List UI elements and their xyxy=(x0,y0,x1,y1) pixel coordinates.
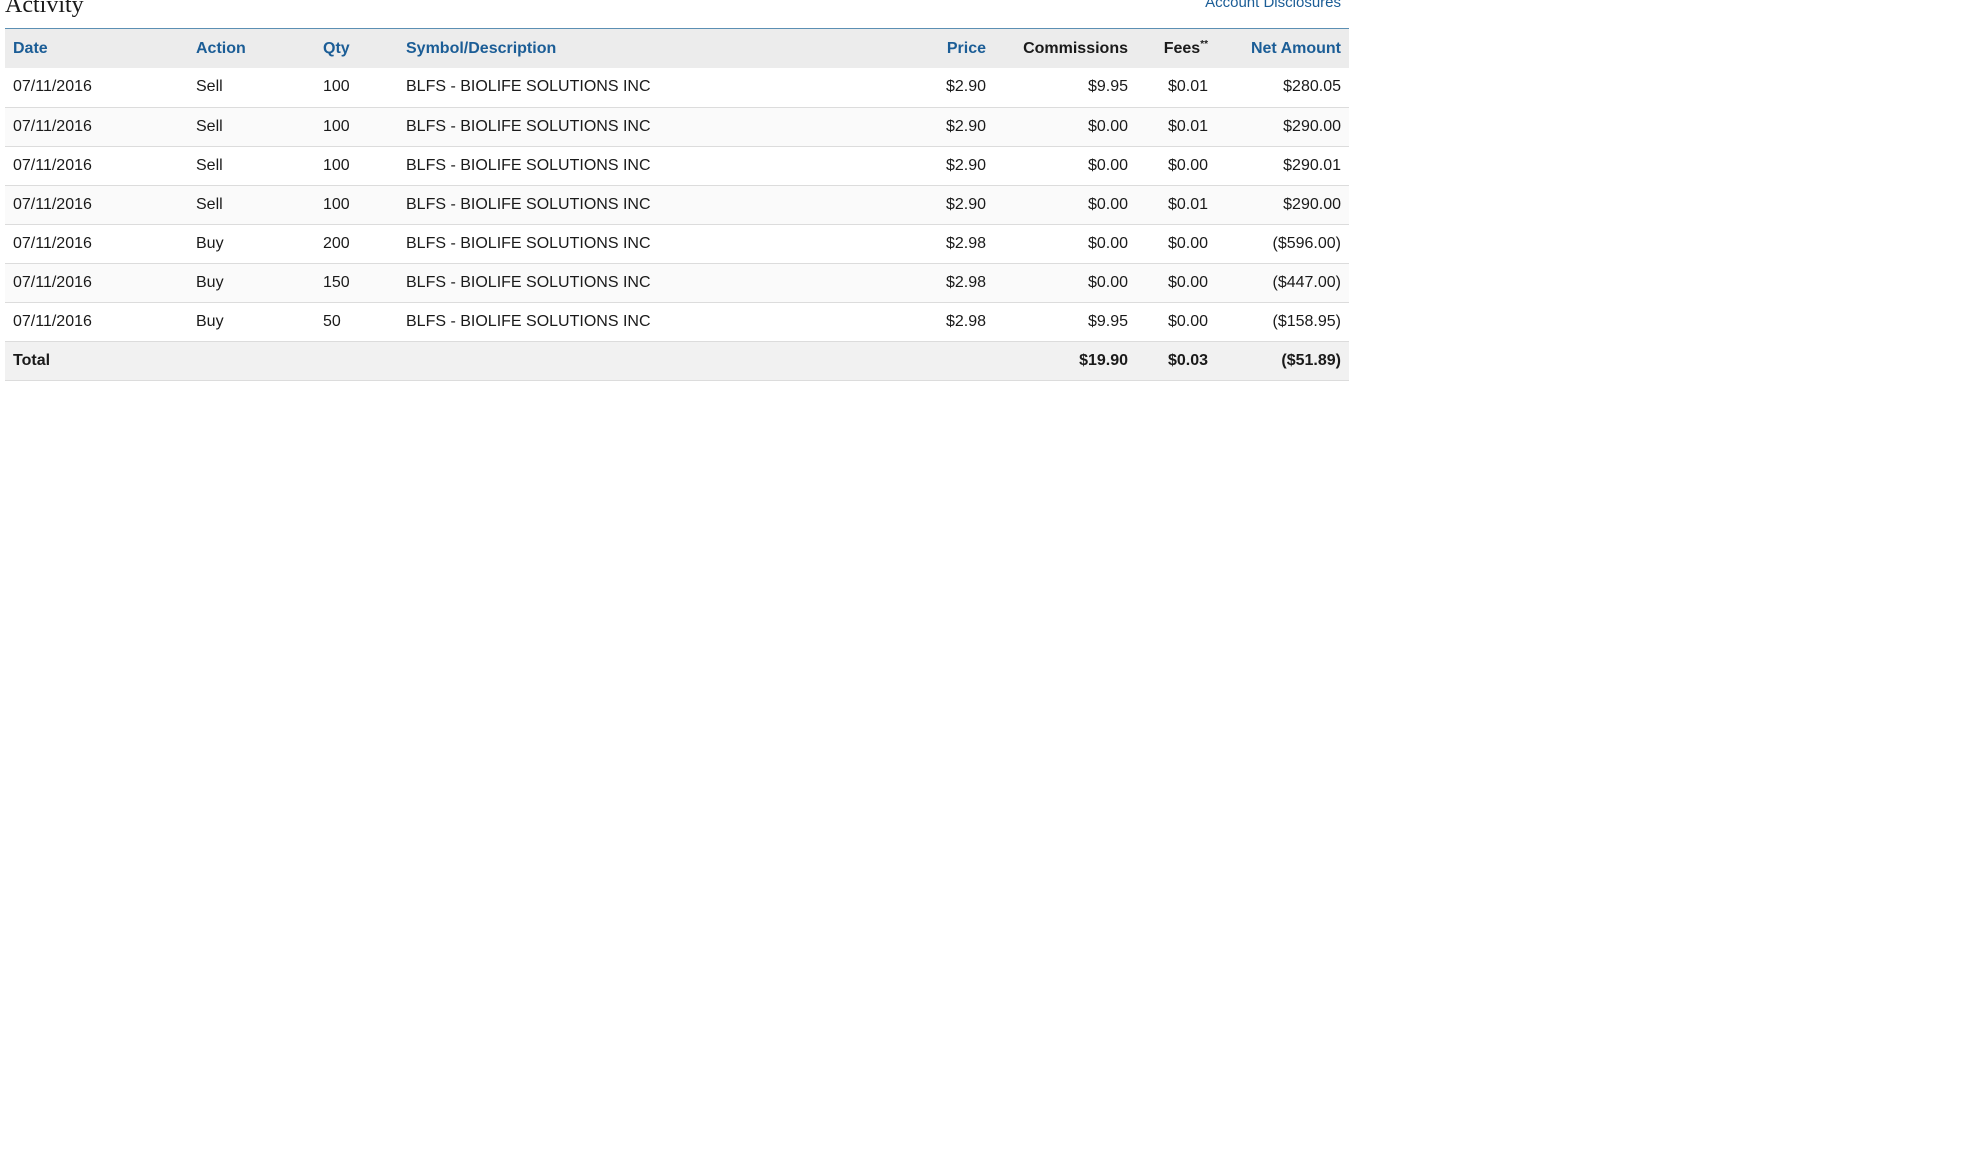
column-header-date[interactable]: Date xyxy=(5,29,188,68)
table-row: 07/11/2016 Buy 50 BLFS - BIOLIFE SOLUTIONS … xyxy=(5,302,1349,341)
column-header-net-amount[interactable]: Net Amount xyxy=(1216,29,1349,68)
cell-commissions: $9.95 xyxy=(1087,312,1128,330)
section-title: Activity xyxy=(5,0,84,18)
column-header-price[interactable]: Price xyxy=(858,29,994,68)
fees-footnote-mark: ** xyxy=(1200,39,1208,50)
cell-symbol: BLFS - BIOLIFE SOLUTIONS INC xyxy=(406,156,651,174)
column-header-qty[interactable]: Qty xyxy=(315,29,398,68)
cell-price: $2.90 xyxy=(945,156,986,174)
account-disclosures-link[interactable]: Account Disclosures xyxy=(1205,0,1341,11)
cell-fees: $0.00 xyxy=(1167,156,1208,174)
cell-date: 07/11/2016 xyxy=(13,312,92,330)
cell-fees: $0.00 xyxy=(1167,273,1208,291)
column-header-symbol[interactable]: Symbol/Description xyxy=(398,29,858,68)
cell-symbol: BLFS - BIOLIFE SOLUTIONS INC xyxy=(406,312,651,330)
cell-fees: $0.01 xyxy=(1167,78,1208,96)
cell-action: Sell xyxy=(196,195,223,213)
cell-action: Sell xyxy=(196,156,223,174)
cell-price: $2.90 xyxy=(945,117,986,135)
cell-commissions: $9.95 xyxy=(1087,78,1128,96)
total-label: Total xyxy=(13,351,51,369)
cell-net-amount: ($158.95) xyxy=(1272,312,1342,330)
activity-section-header: Activity Account Disclosures xyxy=(5,0,1349,29)
cell-price: $2.98 xyxy=(945,312,986,330)
table-row: 07/11/2016 Sell 100 BLFS - BIOLIFE SOLUTION… xyxy=(5,146,1349,185)
cell-symbol: BLFS - BIOLIFE SOLUTIONS INC xyxy=(406,78,651,96)
cell-date: 07/11/2016 xyxy=(13,117,92,135)
activity-table: Date Action Qty Symbol/Description Price… xyxy=(5,29,1349,381)
cell-qty: 100 xyxy=(323,117,350,135)
column-header-commissions: Commissions xyxy=(1023,39,1128,57)
cell-fees: $0.00 xyxy=(1167,234,1208,252)
cell-fees: $0.01 xyxy=(1167,195,1208,213)
cell-net-amount: $290.01 xyxy=(1283,156,1341,174)
cell-qty: 150 xyxy=(323,273,350,291)
cell-action: Buy xyxy=(196,312,224,330)
cell-symbol: BLFS - BIOLIFE SOLUTIONS INC xyxy=(406,273,651,291)
page: Activity Account Disclosures Date Action… xyxy=(0,0,1964,1174)
cell-price: $2.90 xyxy=(945,78,986,96)
cell-action: Sell xyxy=(196,117,223,135)
cell-action: Buy xyxy=(196,273,224,291)
cell-net-amount: $290.00 xyxy=(1283,195,1341,213)
total-net-amount: ($51.89) xyxy=(1281,351,1341,369)
cell-price: $2.90 xyxy=(945,195,986,213)
total-fees: $0.03 xyxy=(1167,351,1208,369)
cell-symbol: BLFS - BIOLIFE SOLUTIONS INC xyxy=(406,234,651,252)
column-header-action[interactable]: Action xyxy=(188,29,315,68)
cell-price: $2.98 xyxy=(945,273,986,291)
cell-date: 07/11/2016 xyxy=(13,195,92,213)
cell-qty: 100 xyxy=(323,195,350,213)
cell-commissions: $0.00 xyxy=(1087,117,1128,135)
cell-action: Sell xyxy=(196,78,223,96)
cell-net-amount: ($596.00) xyxy=(1272,234,1342,252)
cell-commissions: $0.00 xyxy=(1087,273,1128,291)
column-header-fees: Fees** xyxy=(1136,29,1216,68)
table-header-row: Date Action Qty Symbol/Description Price… xyxy=(5,29,1349,68)
table-row: 07/11/2016 Sell 100 BLFS - BIOLIFE SOLUTION… xyxy=(5,68,1349,107)
cell-net-amount: $290.00 xyxy=(1283,117,1341,135)
cell-date: 07/11/2016 xyxy=(13,273,92,291)
table-row: 07/11/2016 Sell 100 BLFS - BIOLIFE SOLUTION… xyxy=(5,185,1349,224)
total-commissions: $19.90 xyxy=(1079,351,1128,369)
cell-net-amount: $280.05 xyxy=(1283,78,1341,96)
table-row: 07/11/2016 Buy 200 BLFS - BIOLIFE SOLUTIONS… xyxy=(5,224,1349,263)
cell-price: $2.98 xyxy=(945,234,986,252)
cell-net-amount: ($447.00) xyxy=(1272,273,1342,291)
cell-fees: $0.00 xyxy=(1167,312,1208,330)
cell-qty: 50 xyxy=(323,312,341,330)
table-row: 07/11/2016 Buy 150 BLFS - BIOLIFE SOLUTIONS… xyxy=(5,263,1349,302)
cell-action: Buy xyxy=(196,234,224,252)
cell-date: 07/11/2016 xyxy=(13,156,92,174)
cell-qty: 100 xyxy=(323,78,350,96)
cell-commissions: $0.00 xyxy=(1087,234,1128,252)
cell-date: 07/11/2016 xyxy=(13,78,92,96)
cell-fees: $0.01 xyxy=(1167,117,1208,135)
cell-symbol: BLFS - BIOLIFE SOLUTIONS INC xyxy=(406,117,651,135)
cell-commissions: $0.00 xyxy=(1087,156,1128,174)
total-row: Total $19.90 $0.03 ($51.89) xyxy=(5,341,1349,380)
cell-symbol: BLFS - BIOLIFE SOLUTIONS INC xyxy=(406,195,651,213)
table-row: 07/11/2016 Sell 100 BLFS - BIOLIFE SOLUTION… xyxy=(5,107,1349,146)
cell-qty: 200 xyxy=(323,234,350,252)
fees-label: Fees xyxy=(1163,40,1201,57)
cell-date: 07/11/2016 xyxy=(13,234,92,252)
cell-qty: 100 xyxy=(323,156,350,174)
cell-commissions: $0.00 xyxy=(1087,195,1128,213)
